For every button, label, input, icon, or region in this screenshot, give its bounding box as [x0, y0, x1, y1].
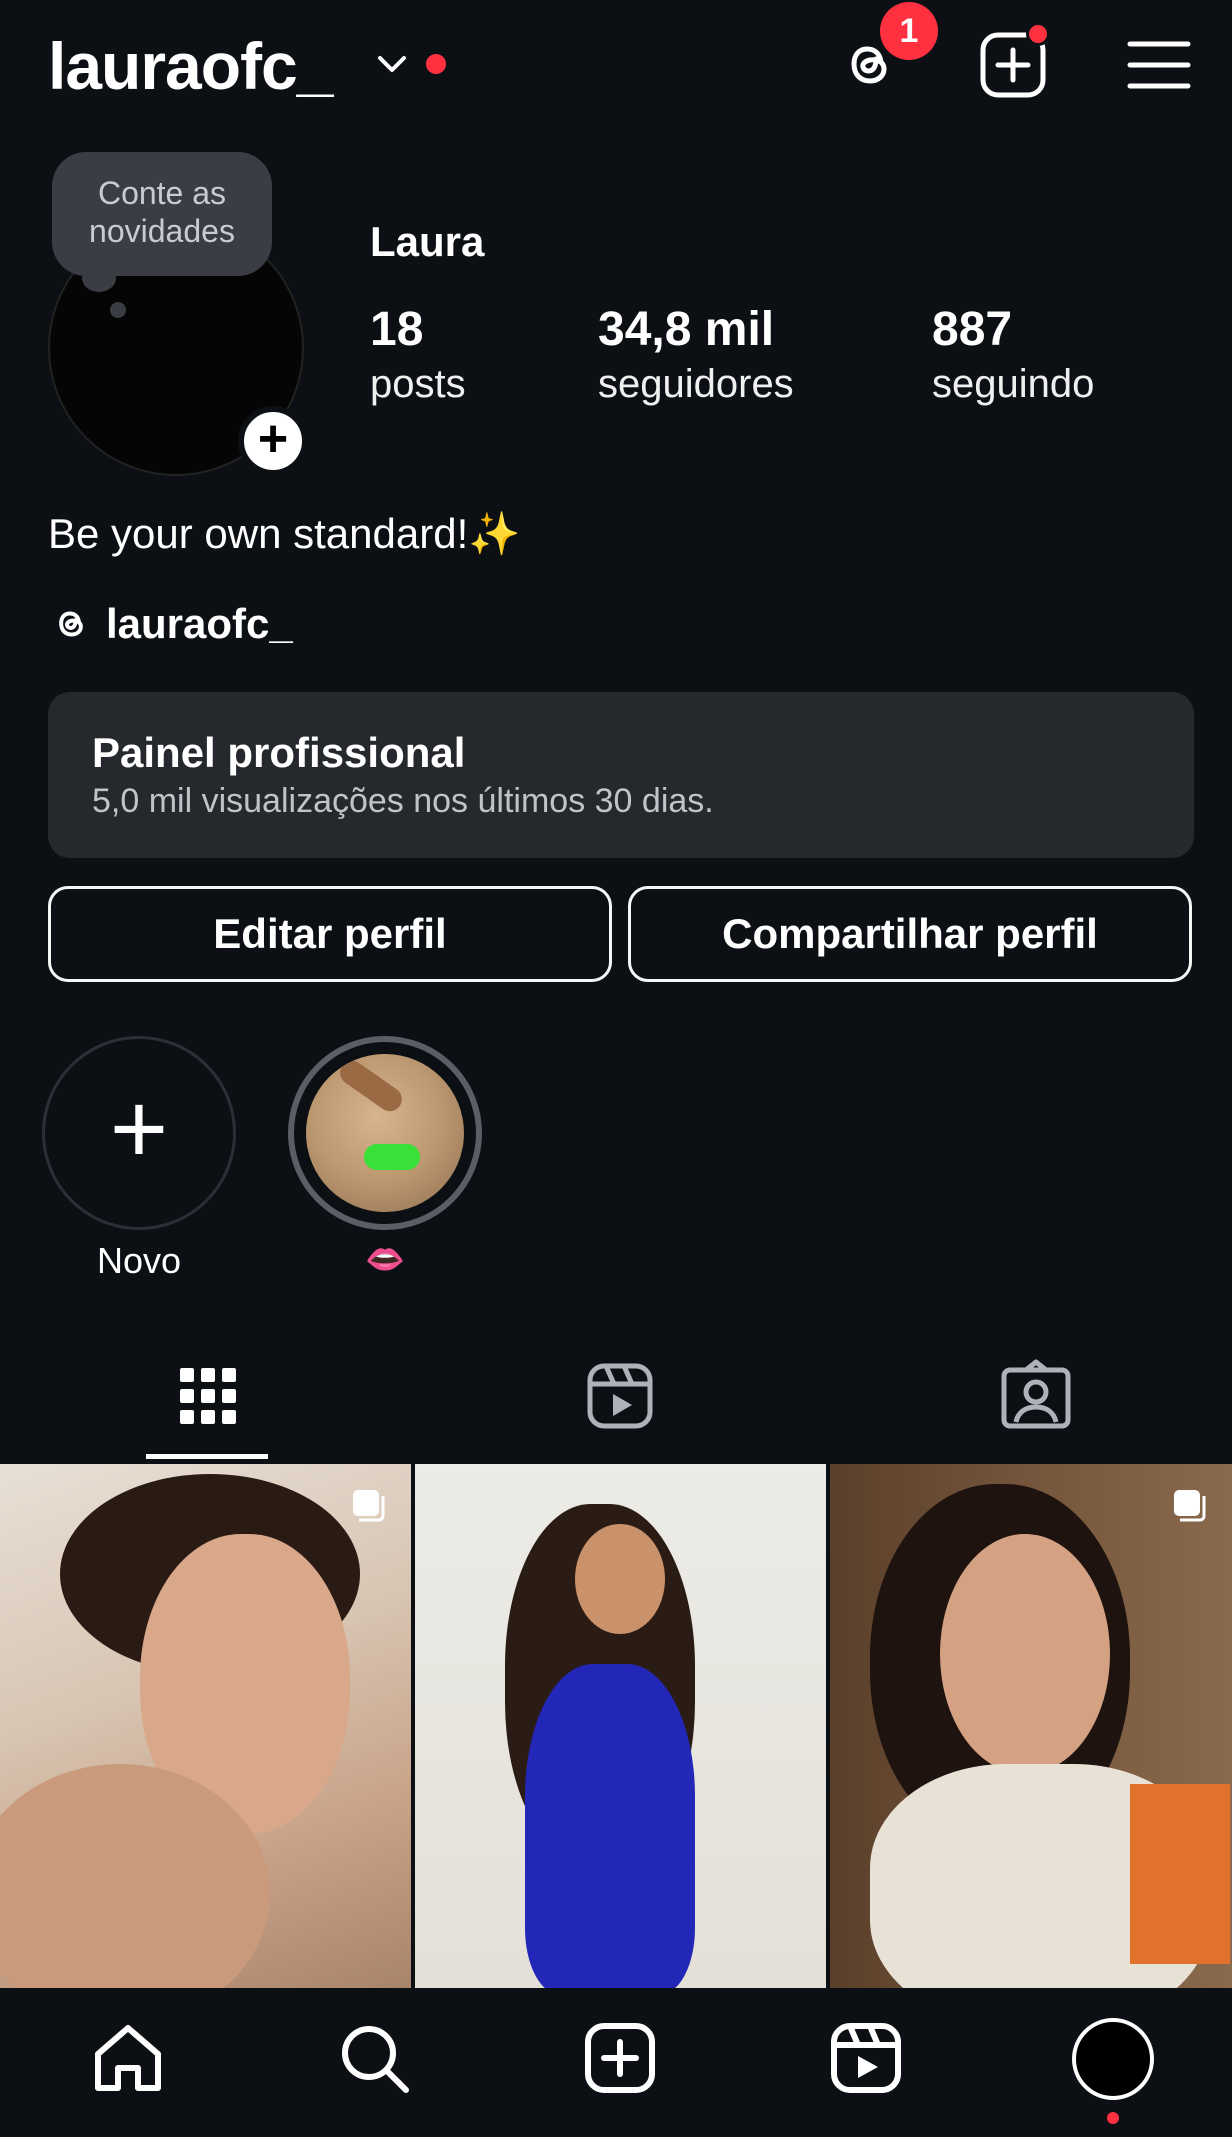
sparkles-emoji: ✨ — [468, 510, 521, 557]
posts-grid — [0, 1464, 1232, 1988]
active-tab-indicator — [146, 1454, 268, 1459]
post-image-detail — [575, 1524, 665, 1634]
tagged-icon[interactable] — [996, 1356, 1076, 1436]
following-stat[interactable]: 887 seguindo — [932, 302, 1094, 410]
display-name: Laura — [370, 218, 485, 265]
threads-notification-badge: 1 — [880, 2, 938, 60]
add-story-plus-icon[interactable]: + — [238, 406, 308, 476]
posts-stat[interactable]: 18 posts — [370, 302, 466, 410]
highlight-image-detail-green — [364, 1144, 420, 1170]
menu-icon[interactable] — [1124, 30, 1194, 100]
multiple-photos-icon — [353, 1490, 385, 1522]
create-icon[interactable] — [580, 2018, 660, 2098]
threads-handle: lauraofc_ — [106, 600, 293, 647]
edit-profile-button[interactable]: Editar perfil — [48, 886, 612, 982]
note-bubble-tail-small — [110, 302, 126, 318]
following-count: 887 — [932, 303, 1013, 356]
highlight-image-detail — [335, 1056, 407, 1116]
create-notification-dot — [1026, 22, 1050, 46]
post-thumbnail[interactable] — [830, 1464, 1232, 1988]
post-thumbnail[interactable] — [415, 1464, 826, 1988]
highlight-label-new: Novo — [96, 1240, 182, 1281]
followers-label: seguidores — [598, 362, 794, 406]
followers-stat[interactable]: 34,8 mil seguidores — [598, 302, 794, 410]
post-image-detail — [1130, 1784, 1230, 1964]
profile-header: lauraofc_ 1 — [0, 0, 1232, 130]
highlight-label-lips: 👄 — [365, 1241, 405, 1277]
profile-notification-dot — [1107, 2112, 1119, 2124]
note-bubble[interactable]: Conte as novidades — [52, 152, 272, 276]
account-username[interactable]: lauraofc_ — [48, 26, 333, 106]
following-label: seguindo — [932, 362, 1095, 406]
post-thumbnail[interactable] — [0, 1464, 411, 1988]
story-highlight[interactable] — [288, 1036, 482, 1230]
threads-logo-icon — [59, 611, 83, 637]
account-notification-dot — [426, 54, 446, 74]
reels-nav-icon[interactable] — [826, 2018, 906, 2098]
professional-dashboard[interactable]: Painel profissional 5,0 mil visualizaçõe… — [48, 692, 1194, 858]
bio-text: Be your own standard! — [48, 510, 469, 557]
chevron-down-icon[interactable] — [372, 44, 412, 84]
post-image-detail — [525, 1664, 695, 1988]
profile-bio: Be your own standard!✨ — [48, 510, 521, 559]
followers-count: 34,8 mil — [598, 303, 775, 356]
threads-profile-link[interactable]: lauraofc_ — [48, 600, 293, 648]
highlight-cover-image — [306, 1054, 464, 1212]
new-highlight-button[interactable]: + — [42, 1036, 236, 1230]
reels-icon[interactable] — [580, 1356, 660, 1436]
home-icon[interactable] — [88, 2018, 168, 2098]
dashboard-subtitle: 5,0 mil visualizações nos últimos 30 dia… — [92, 782, 714, 820]
plus-icon: + — [109, 1073, 169, 1185]
grid-icon[interactable] — [168, 1356, 248, 1436]
search-icon[interactable] — [334, 2018, 414, 2098]
posts-label: posts — [370, 362, 466, 406]
posts-count: 18 — [370, 303, 424, 356]
bottom-navigation — [0, 1988, 1232, 2137]
post-image-detail — [940, 1534, 1110, 1774]
profile-avatar-nav[interactable] — [1072, 2018, 1154, 2100]
share-profile-button[interactable]: Compartilhar perfil — [628, 886, 1192, 982]
multiple-photos-icon — [1174, 1490, 1206, 1522]
dashboard-title: Painel profissional — [92, 729, 466, 776]
